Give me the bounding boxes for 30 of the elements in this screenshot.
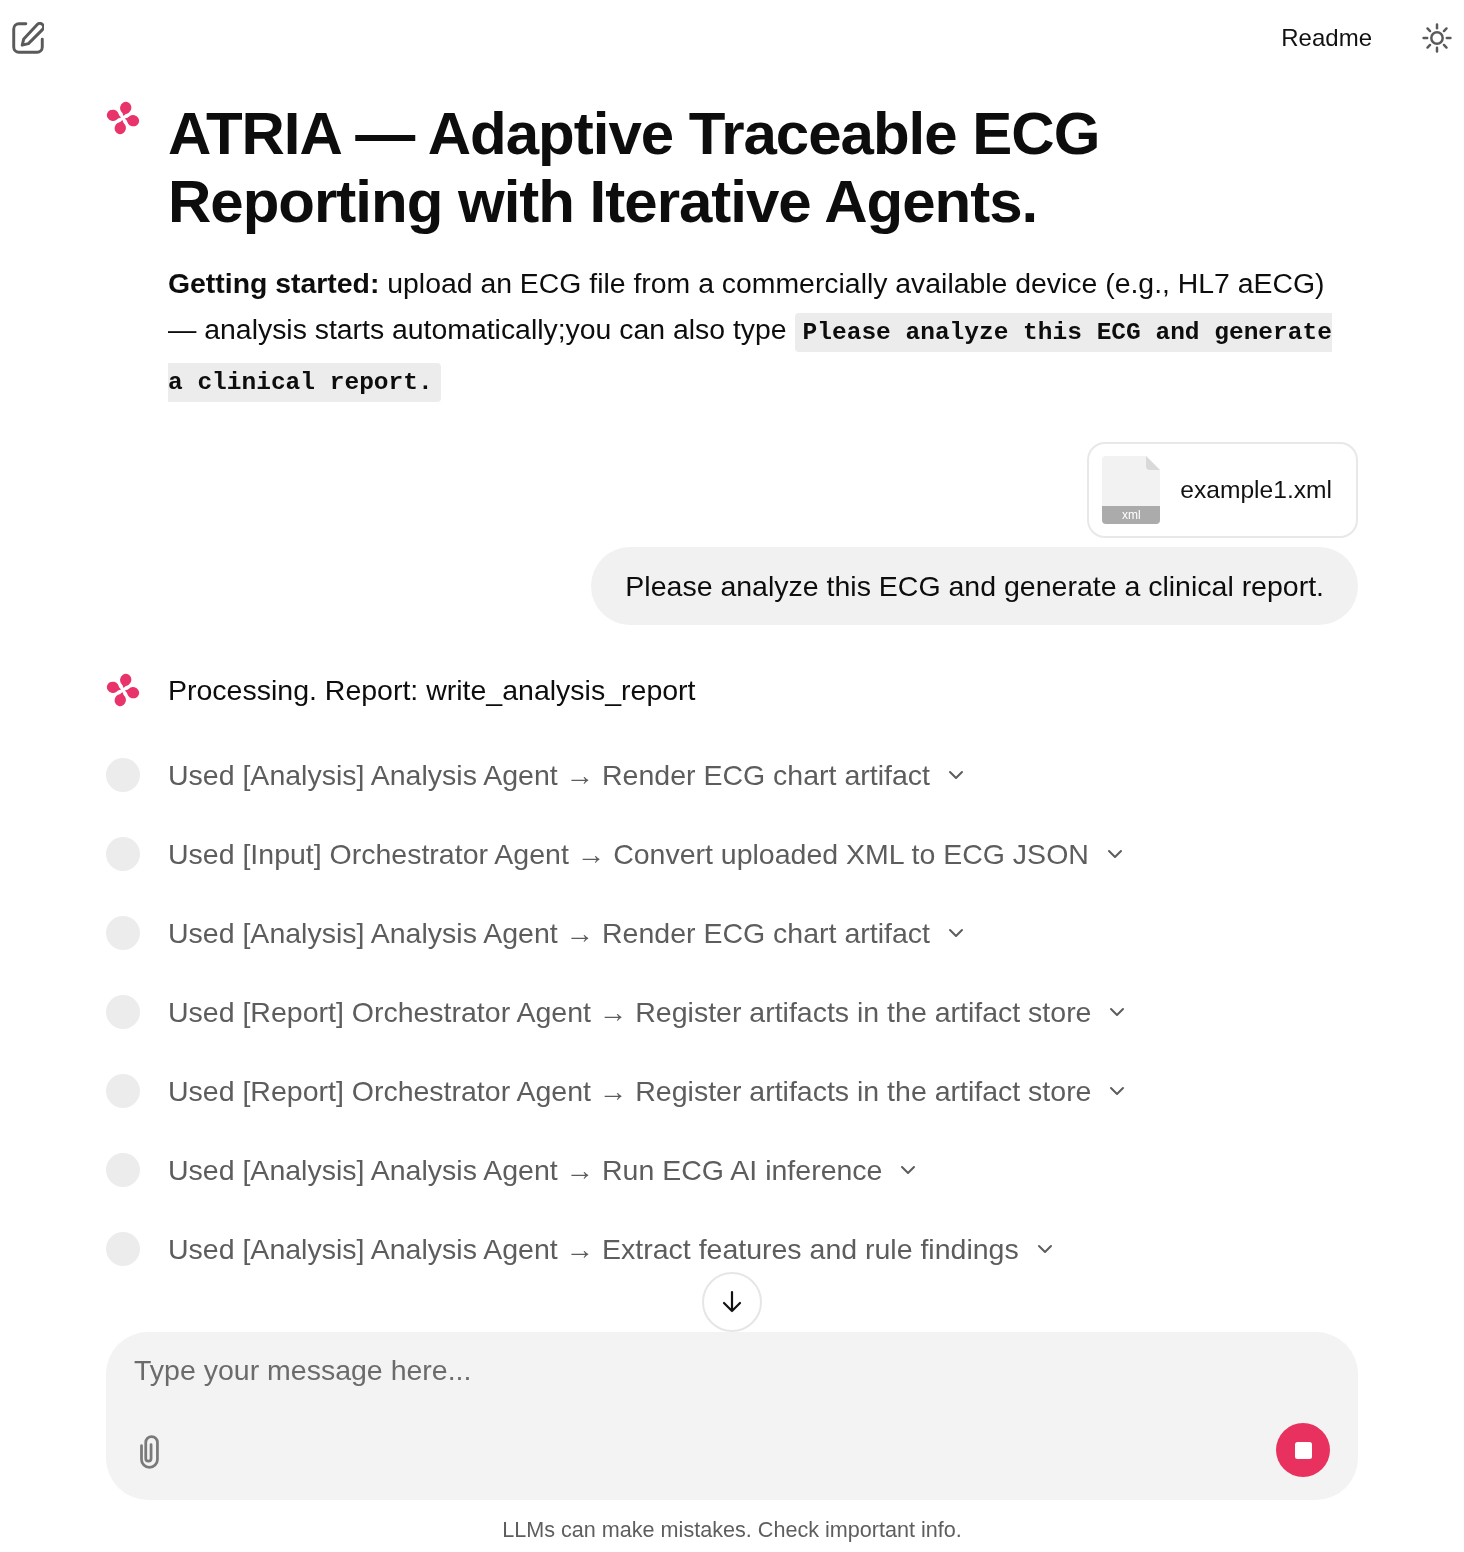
file-attachment-card[interactable]: xml example1.xml (1087, 442, 1358, 538)
tool-call-toggle[interactable]: Used [Report] Orchestrator Agent → Register artifacts in the artifact store (168, 995, 1126, 1029)
disclaimer-text: LLMs can make mistakes. Check important info. (501, 1516, 963, 1544)
file-name: example1.xml (1180, 474, 1332, 505)
file-type-label: xml (1120, 507, 1142, 523)
logo-icon (106, 101, 140, 135)
new-chat-button[interactable] (12, 21, 44, 54)
user-message-bubble: Please analyze this ECG and generate a clinical report. (591, 547, 1358, 625)
tool-call-toggle[interactable]: Used [Analysis] Analysis Agent → Run ECG AI inference (168, 1153, 917, 1187)
tool-call-toggle[interactable]: Used [Report] Orchestrator Agent → Register artifacts in the artifact store (168, 1074, 1126, 1108)
arrow-down-icon (721, 1290, 743, 1314)
file-icon (1102, 456, 1161, 524)
assistant-message: Processing. Report: write_analysis_report (168, 673, 696, 707)
theme-toggle-button[interactable] (1422, 22, 1452, 53)
message-input[interactable]: Type your message here... (134, 1350, 1330, 1394)
attach-button[interactable] (140, 1435, 160, 1469)
scroll-down-button[interactable] (702, 1272, 762, 1332)
tool-call-toggle[interactable]: Used [Input] Orchestrator Agent → Convert uploaded XML to ECG JSON (168, 837, 1123, 871)
edit-icon (12, 21, 44, 54)
readme-link[interactable]: Readme (1281, 22, 1372, 53)
paperclip-icon (140, 1435, 160, 1469)
tool-call-toggle[interactable]: Used [Analysis] Analysis Agent → Render ECG chart artifact (168, 916, 964, 950)
logo-icon (106, 673, 140, 707)
tool-call-toggle[interactable]: Used [Analysis] Analysis Agent → Extract features and rule findings (168, 1232, 1053, 1266)
sun-icon (1422, 22, 1452, 53)
page-title: ATRIA — Adaptive Traceable ECG Reporting with Iterative Agents. (168, 100, 1101, 236)
message-composer[interactable]: Type your message here... (106, 1332, 1358, 1500)
stop-icon (1294, 1441, 1312, 1459)
stop-button[interactable] (1276, 1423, 1330, 1477)
tool-call-toggle[interactable]: Used [Analysis] Analysis Agent → Render ECG chart artifact (168, 758, 964, 792)
